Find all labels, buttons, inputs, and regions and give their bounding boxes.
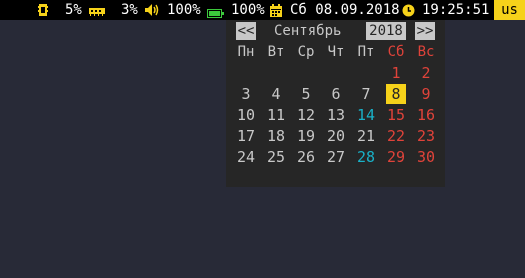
calendar-day[interactable]: 26: [294, 147, 318, 167]
calendar-day[interactable]: 2: [414, 63, 438, 83]
memory-usage: 3%: [121, 2, 138, 18]
next-month-button[interactable]: >>: [415, 22, 435, 40]
calendar-day[interactable]: 12: [294, 105, 318, 125]
weekday-header: Вт: [267, 44, 285, 60]
calendar-icon[interactable]: [270, 4, 282, 21]
calendar-day[interactable]: 17: [234, 126, 258, 146]
clock-icon: [402, 4, 415, 21]
keyboard-layout-indicator[interactable]: us: [494, 0, 525, 20]
weekday-header: Пт: [357, 44, 375, 60]
memory-icon: [89, 5, 105, 21]
calendar-day[interactable]: 4: [264, 84, 288, 104]
status-bar: 5% 3% 100% 100% Сб 08.09.2018 19:25:51 u…: [0, 0, 525, 20]
volume-level[interactable]: 100%: [167, 0, 201, 20]
calendar-day[interactable]: 6: [324, 84, 348, 104]
prev-month-button[interactable]: <<: [236, 22, 256, 40]
calendar-day[interactable]: 7: [354, 84, 378, 104]
battery-level: 100%: [231, 2, 265, 18]
calendar-popup: << Сентябрь 2018 >> Пн Вт Ср Чт Пт Сб Вс 1 2 3 4 5 6…: [226, 20, 445, 187]
calendar-day[interactable]: 15: [384, 105, 408, 125]
calendar-day[interactable]: 5: [294, 84, 318, 104]
calendar-day[interactable]: 30: [414, 147, 438, 167]
cpu-usage: 5%: [65, 2, 82, 18]
calendar-day[interactable]: 20: [324, 126, 348, 146]
calendar-day[interactable]: 1: [384, 63, 408, 83]
calendar-day[interactable]: 22: [384, 126, 408, 146]
weekday-header: Пн: [237, 44, 255, 60]
weekday-header: Ср: [297, 44, 315, 60]
calendar-day[interactable]: 25: [264, 147, 288, 167]
calendar-day[interactable]: 18: [264, 126, 288, 146]
weekday-header: Чт: [327, 44, 345, 60]
calendar-day[interactable]: 16: [414, 105, 438, 125]
weekday-header: Сб: [387, 44, 405, 60]
clock-time: 19:25:51: [422, 2, 490, 18]
cpu-icon: [38, 3, 48, 21]
calendar-month: Сентябрь: [274, 23, 342, 39]
calendar-day-today[interactable]: 8: [386, 84, 406, 104]
calendar-day[interactable]: 29: [384, 147, 408, 167]
calendar-day[interactable]: 24: [234, 147, 258, 167]
date-display[interactable]: Сб 08.09.2018: [290, 0, 400, 20]
calendar-day[interactable]: 27: [324, 147, 348, 167]
calendar-day[interactable]: 10: [234, 105, 258, 125]
volume-icon[interactable]: [145, 4, 159, 20]
calendar-day[interactable]: 14: [354, 105, 378, 125]
calendar-day[interactable]: 28: [354, 147, 378, 167]
calendar-day[interactable]: 9: [414, 84, 438, 104]
calendar-day[interactable]: 11: [264, 105, 288, 125]
calendar-day[interactable]: 21: [354, 126, 378, 146]
calendar-day[interactable]: 23: [414, 126, 438, 146]
calendar-day[interactable]: 3: [234, 84, 258, 104]
weekday-header: Вс: [417, 44, 435, 60]
calendar-day[interactable]: 13: [324, 105, 348, 125]
battery-icon: [207, 6, 224, 22]
calendar-year[interactable]: 2018: [366, 22, 406, 40]
calendar-day[interactable]: 19: [294, 126, 318, 146]
